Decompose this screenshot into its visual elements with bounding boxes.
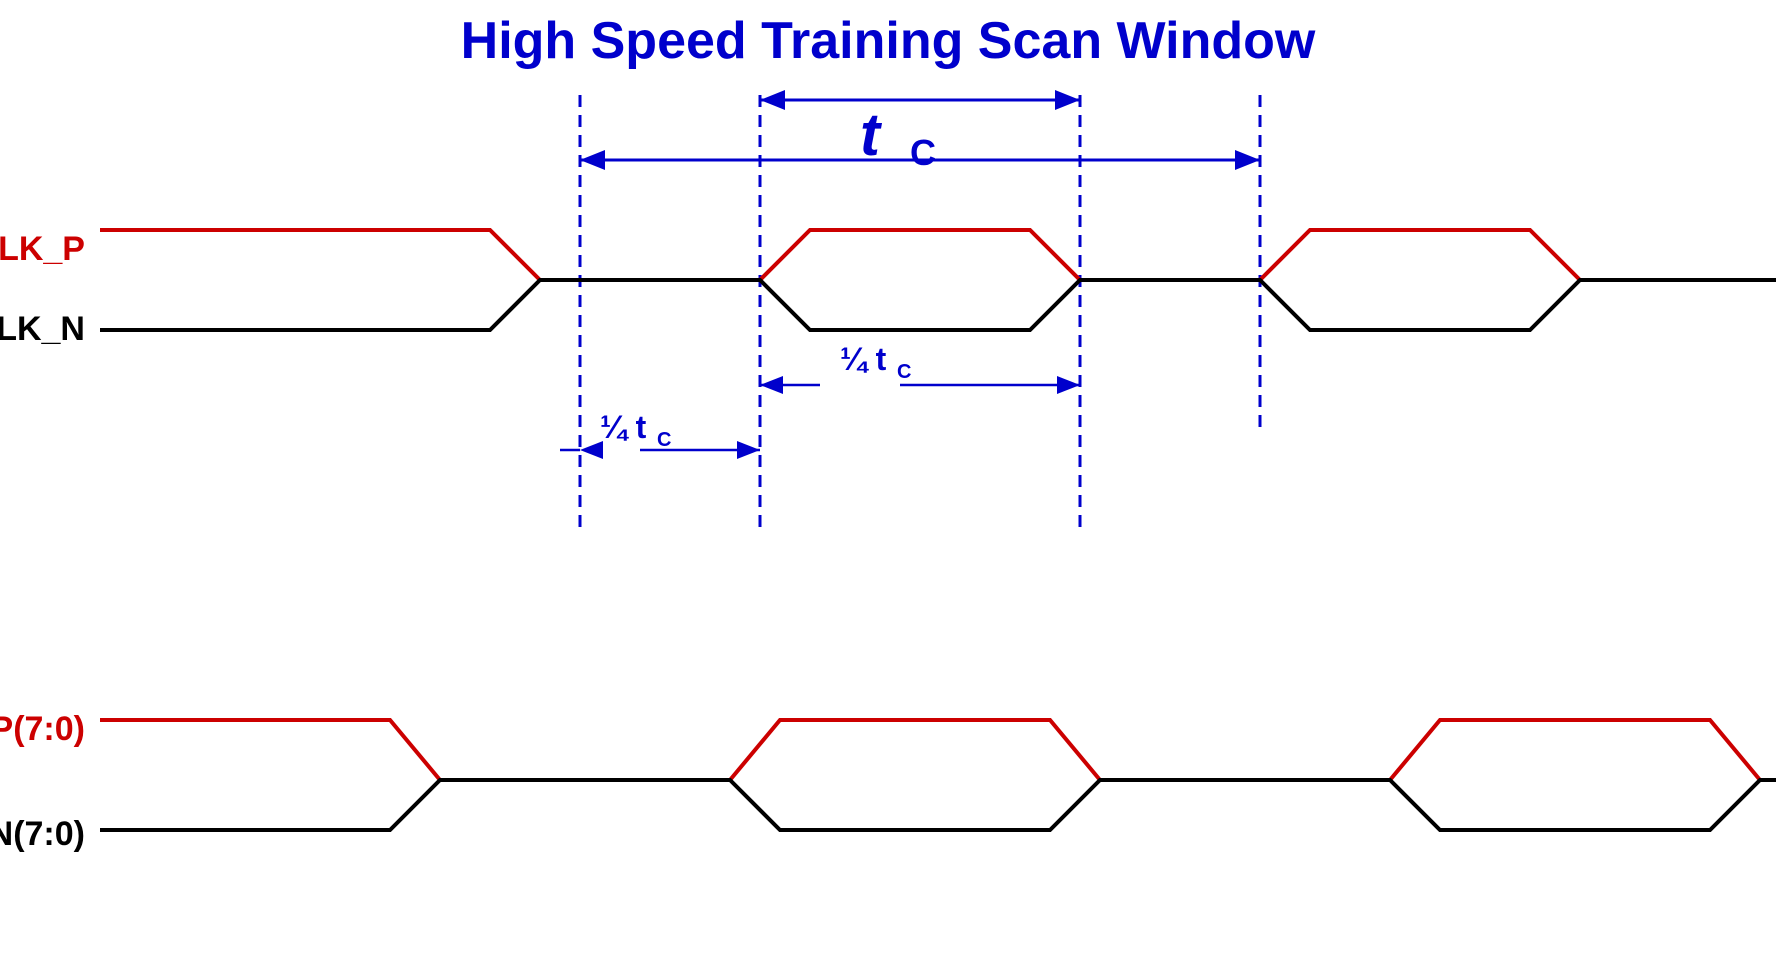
svg-text:DCLK_N: DCLK_N xyxy=(0,310,85,348)
diagram-title: High Speed Training Scan Window xyxy=(461,12,1316,70)
svg-text:C: C xyxy=(910,132,936,173)
svg-text:¼ t: ¼ t xyxy=(840,341,887,377)
svg-text:C: C xyxy=(897,361,911,383)
svg-text:C: C xyxy=(657,429,671,451)
svg-text:¼ t: ¼ t xyxy=(600,409,647,445)
svg-text:D_P(7:0): D_P(7:0) xyxy=(0,710,85,748)
svg-text:D_N(7:0): D_N(7:0) xyxy=(0,815,85,853)
svg-text:t: t xyxy=(860,101,883,168)
svg-text:DCLK_P: DCLK_P xyxy=(0,230,85,268)
diagram-container: High Speed Training Scan Window t C DCLK… xyxy=(0,0,1776,979)
